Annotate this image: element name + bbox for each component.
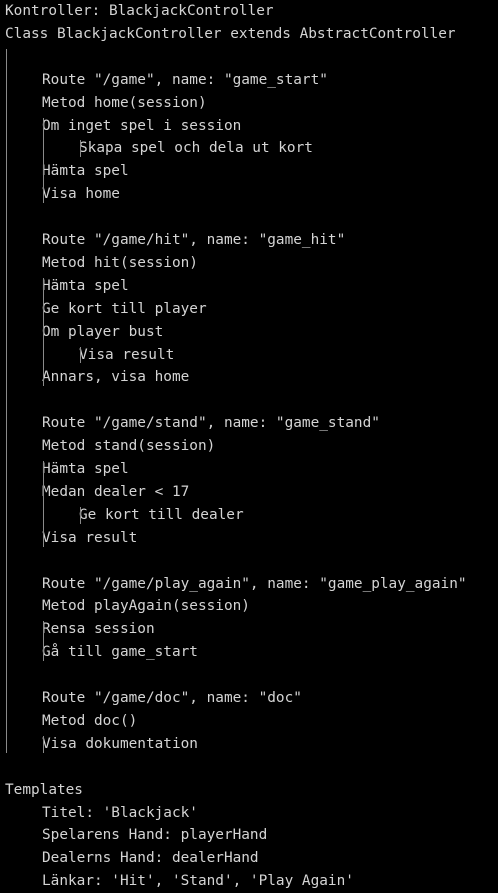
method-statement: Visa dokumentation (42, 735, 198, 752)
method-signature: Metod stand(session) (42, 438, 216, 455)
method-signature: Metod hit(session) (42, 254, 198, 271)
method-statement: Hämta spel (42, 461, 129, 477)
nested-statement: Ge kort till dealer (79, 506, 244, 523)
route-annotation: Route "/game/doc", name: "doc" (42, 690, 302, 706)
pseudocode-document: Kontroller: BlackjackController Class Bla… (0, 0, 498, 891)
route-annotation: Route "/game/play_again", name: "game_pl… (42, 575, 467, 592)
indent-guide (43, 735, 44, 753)
indent-guide (6, 48, 7, 753)
method-statement: Rensa session (42, 621, 155, 638)
indent-guide (43, 461, 44, 547)
indent-guide (43, 117, 44, 204)
indent-guide (80, 506, 81, 524)
method-statement: Medan dealer < 17 (42, 483, 190, 500)
templates-heading: Templates (5, 781, 83, 798)
method-statement: Om player bust (42, 323, 164, 340)
nested-statement: Skapa spel och dela ut kort (79, 140, 313, 157)
nested-statement: Visa result (79, 346, 175, 363)
method-statement: Visa result (42, 529, 138, 546)
indent-guide (80, 346, 81, 364)
method-statement: Gå till game_start (42, 644, 198, 661)
method-statement: Hämta spel (42, 277, 129, 294)
template-item: Länkar: 'Hit', 'Stand', 'Play Again' (42, 873, 354, 890)
indent-guide (43, 277, 44, 387)
method-statement: Annars, visa home (42, 369, 190, 386)
controller-title: Kontroller: BlackjackController (5, 3, 274, 19)
route-annotation: Route "/game/stand", name: "game_stand" (42, 415, 380, 432)
method-statement: Hämta spel (42, 163, 129, 180)
template-item: Titel: 'Blackjack' (42, 804, 198, 821)
method-statement: Om inget spel i session (42, 117, 242, 134)
template-item: Dealerns Hand: dealerHand (42, 850, 259, 867)
class-declaration: Class BlackjackController extends Abstra… (5, 25, 456, 42)
method-signature: Metod home(session) (42, 94, 207, 111)
method-signature: Metod doc() (42, 712, 138, 729)
route-annotation: Route "/game/hit", name: "game_hit" (42, 232, 346, 248)
method-statement: Ge kort till player (42, 300, 207, 317)
template-item: Spelarens Hand: playerHand (42, 827, 268, 844)
method-statement: Visa home (42, 186, 120, 203)
indent-guide (43, 621, 44, 662)
method-signature: Metod playAgain(session) (42, 598, 250, 615)
route-annotation: Route "/game", name: "game_start" (42, 71, 328, 88)
indent-guide (80, 140, 81, 158)
